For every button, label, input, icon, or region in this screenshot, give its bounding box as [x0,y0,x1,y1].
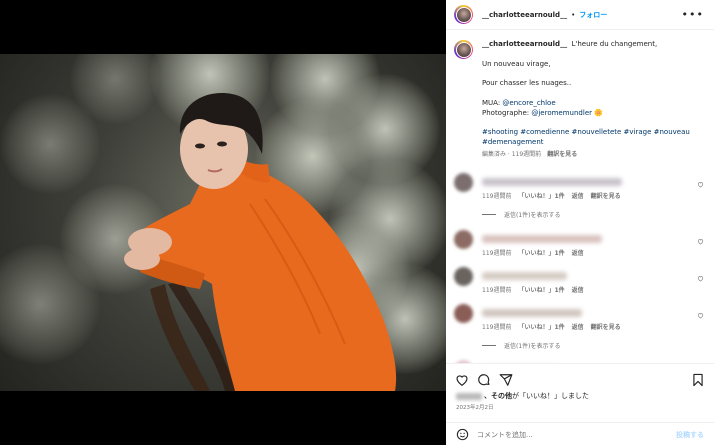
translate-button[interactable]: 翻訳を見る [591,193,621,200]
commenter-avatar[interactable] [454,229,473,249]
blurred-comment-text [482,308,582,317]
heart-icon[interactable] [697,181,704,188]
comment-likes[interactable]: 「いいね！」1件 [518,193,564,200]
commenter-avatar[interactable] [454,172,473,192]
reply-button[interactable]: 返信 [572,193,584,200]
caption-time: 編集済み · 119週間前 [482,150,542,158]
comments-scroll-area[interactable]: __charlotteearnould__ L'heure du changem… [446,30,714,363]
blurred-comment-text [482,234,602,243]
post-header: __charlotteearnould__ • フォロー ••• [446,0,714,30]
caption-username[interactable]: __charlotteearnould__ [482,40,567,48]
avatar[interactable] [454,5,473,24]
add-comment-bar: コメントを追加... 投稿する [446,422,714,445]
comment-item: 119週間前 「いいね！」1件 返信 翻訳を見る [446,303,714,331]
flower-emoji-icon: 🌼 [594,108,603,117]
comment-time: 119週間前 [482,286,512,294]
heart-icon[interactable] [697,275,704,282]
blurred-comment-text [482,177,622,186]
post-panel: __charlotteearnould__ • フォロー ••• __charl… [446,0,714,445]
mention-link[interactable]: @jeromemundler [531,109,592,117]
reply-button[interactable]: 返信 [572,324,584,331]
likes-others[interactable]: 、その他 [484,391,512,401]
post-photo[interactable] [0,54,446,391]
hashtags[interactable]: #shooting #comedienne #nouvelletete #vir… [482,128,697,148]
model-figure [124,93,397,391]
translate-button[interactable]: 翻訳を見る [547,151,577,158]
heart-icon[interactable] [697,238,704,245]
caption: __charlotteearnould__ L'heure du changem… [446,30,714,160]
caption-meta: 編集済み · 119週間前 翻訳を見る [482,150,697,160]
view-replies-button[interactable]: 返信(1件)を表示する [446,210,714,219]
comment-likes[interactable]: 「いいね！」1件 [518,287,564,294]
heart-icon[interactable] [455,373,469,387]
comment-item: 119週間前 「いいね！」1件 返信 [446,266,714,294]
emoji-icon[interactable] [456,428,469,441]
bookmark-icon[interactable] [691,373,705,387]
reply-button[interactable]: 返信 [572,287,584,294]
heart-icon[interactable] [697,312,704,319]
comment-time: 119週間前 [482,249,512,257]
post-date[interactable]: 2023年2月2日 [446,402,714,412]
likes-text: が「いいね！」しました [512,392,589,400]
caption-mua-label: MUA: [482,98,503,107]
comment-time: 119週間前 [482,192,512,200]
blurred-comment-text [482,271,567,280]
reply-button[interactable]: 返信 [572,250,584,257]
comment-time: 119週間前 [482,323,512,331]
separator-dot: • [571,10,576,19]
likes-summary: 、その他 が「いいね！」しました [446,390,714,402]
mention-link[interactable]: @encore_chloe [502,99,555,107]
caption-line: Un nouveau virage, [482,59,551,68]
caption-photo-label: Photographe: [482,108,532,117]
commenter-avatar[interactable] [454,266,473,286]
translate-button[interactable]: 翻訳を見る [591,324,621,331]
username-link[interactable]: __charlotteearnould__ [482,11,567,19]
comment-likes[interactable]: 「いいね！」1件 [518,324,564,331]
follow-button[interactable]: フォロー [579,10,607,20]
commenter-avatar[interactable] [454,303,473,323]
post-actions: 、その他 が「いいね！」しました 2023年2月2日 コメントを追加... 投稿す… [446,363,714,445]
comment-input[interactable]: コメントを追加... [477,430,533,440]
comment-likes[interactable]: 「いいね！」1件 [518,250,564,257]
view-replies-button[interactable]: 返信(1件)を表示する [446,341,714,350]
caption-line: L'heure du changement, [571,40,658,48]
comment-icon[interactable] [477,373,491,387]
blurred-liker-name[interactable] [456,392,482,400]
share-icon[interactable] [499,373,513,387]
caption-line: Pour chasser les nuages.. [482,79,572,88]
post-comment-button[interactable]: 投稿する [676,430,704,440]
more-options-icon[interactable]: ••• [682,8,704,21]
comment-item: 119週間前 「いいね！」1件 返信 [446,229,714,257]
comment-item: 119週間前 「いいね！」1件 返信 翻訳を見る [446,172,714,200]
post-media [0,0,446,445]
caption-avatar[interactable] [454,40,473,59]
